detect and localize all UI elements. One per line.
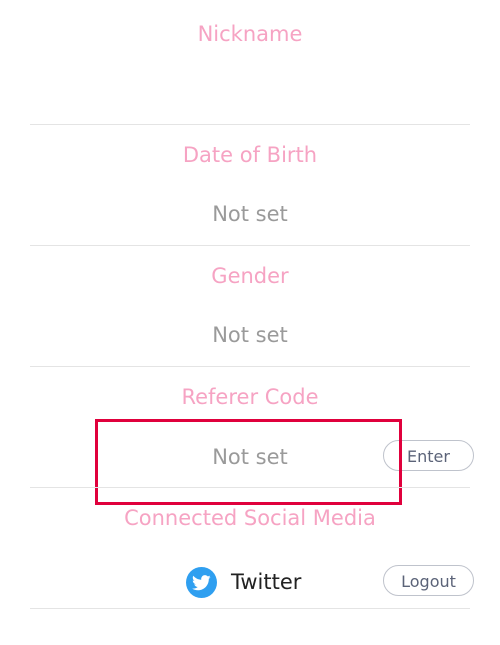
connected-social-media-title: Connected Social Media [124, 506, 376, 530]
divider [30, 487, 470, 488]
referer-code-title: Referer Code [181, 385, 319, 409]
date-of-birth-value[interactable]: Not set [0, 201, 500, 227]
divider [30, 608, 470, 609]
divider [30, 245, 470, 246]
date-of-birth-title: Date of Birth [182, 143, 318, 167]
gender-value[interactable]: Not set [0, 322, 500, 348]
nickname-title: Nickname [197, 22, 303, 46]
divider [30, 124, 470, 125]
divider [30, 366, 470, 367]
twitter-logout-button[interactable]: Logout [383, 565, 474, 596]
highlight-box [95, 419, 402, 505]
gender-title: Gender [211, 264, 289, 288]
twitter-icon [186, 567, 217, 598]
profile-settings-page: Nickname Date of Birth Not set Gender No… [0, 0, 500, 645]
twitter-label: Twitter [231, 570, 302, 594]
